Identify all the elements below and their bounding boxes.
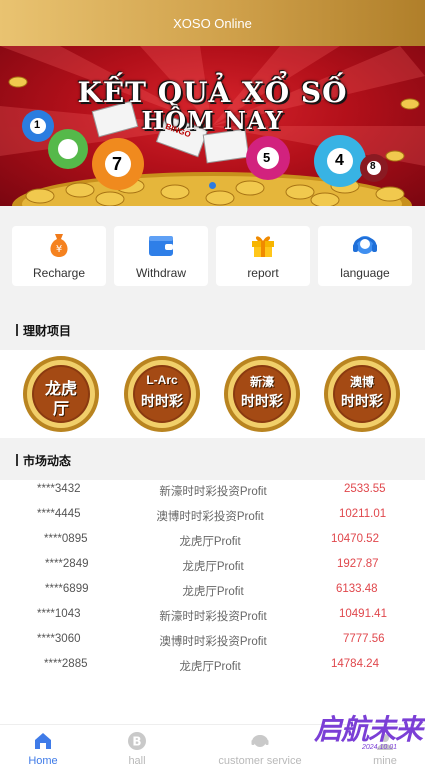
report-label: report [247,266,279,280]
masked-user: ****2849 [45,558,89,570]
project-name-top: 澳博 [349,375,374,389]
gift-icon [252,236,274,257]
ball-number: 7 [112,154,123,174]
recharge-button[interactable]: ¥ Recharge [12,226,106,286]
project-name-top: 新濠 [249,375,274,389]
masked-user: ****0895 [44,533,88,545]
profit-amount: 2533.55 [344,483,386,495]
profit-project: 龙虎厅Profit [179,661,241,673]
projects-section-title: 理财项目 [23,323,72,338]
ball-number: 1 [34,119,41,131]
home-icon [35,733,51,749]
promo-banner[interactable]: KẾT QUẢ XỔ SỐ HÔM NAY BINGO 1 7 5 4 8 [0,46,425,206]
profit-amount: 10491.41 [339,608,387,620]
withdraw-button[interactable]: Withdraw [114,226,208,286]
ball-number: 5 [263,150,271,165]
masked-user: ****3060 [37,633,81,645]
market-row: ****4445 澳博时时彩投资Profit 10211.01 [0,505,425,530]
profit-amount: 6133.48 [336,583,378,595]
tab-home-label: Home [28,755,58,767]
profit-amount: 10211.01 [339,508,387,520]
profit-project: 澳博时时彩投资Profit [159,636,267,648]
tab-customer-service-label: customer service [218,755,302,767]
bitcoin-icon: B [128,732,146,750]
profit-amount: 7777.56 [343,633,385,645]
app-header: XOSO Online [0,0,425,46]
masked-user: ****1043 [37,608,81,620]
project-card-larc[interactable]: L-Arc 时时彩 [123,355,201,433]
market-row: ****2849 龙虎厅Profit 1927.87 [0,555,425,580]
support-icon [251,735,269,747]
recharge-label: Recharge [32,266,86,280]
project-card-aobo[interactable]: 澳博 时时彩 [323,355,401,433]
project-name-bottom: 厅 [52,401,69,418]
money-bag-icon: ¥ [50,234,68,257]
projects-list: 龙虎 厅 L-Arc 时时彩 新濠 时时彩 澳博 时时彩 [0,350,425,438]
watermark-text: 启航未来 [314,713,423,746]
app-title: XOSO Online [173,15,252,31]
market-row: ****3432 新濠时时彩投资Profit 2533.55 [0,480,425,505]
project-name-bottom: 时时彩 [141,393,183,409]
masked-user: ****4445 [37,508,81,520]
project-name-bottom: 时时彩 [241,393,283,409]
quick-actions: ¥ Recharge Withdraw report language [0,206,425,296]
masked-user: ****6899 [45,583,89,595]
headset-icon [353,236,377,254]
tab-hall[interactable]: B hall [112,725,162,776]
profit-project: 新濠时时彩投资Profit [159,486,267,498]
withdraw-label: Withdraw [135,266,186,280]
tab-home[interactable]: Home [18,725,68,776]
tab-customer-service[interactable]: customer service [205,725,315,776]
market-row: ****0895 龙虎厅Profit 10470.52 [0,530,425,555]
market-row: ****3060 澳博时时彩投资Profit 7777.56 [0,630,425,655]
projects-section-header: 理财项目 [0,310,425,350]
profit-project: 新濠时时彩投资Profit [159,611,267,623]
profit-amount: 1927.87 [337,558,379,570]
wallet-icon [149,236,173,256]
profit-project: 龙虎厅Profit [182,561,244,573]
svg-text:B: B [132,735,141,749]
project-name-bottom: 时时彩 [341,393,383,409]
svg-text:¥: ¥ [56,244,62,255]
language-label: language [340,266,390,280]
section-marker [16,454,18,466]
section-marker [16,324,18,336]
watermark-date: 2024.10.01 [362,744,398,751]
ball-number: 8 [370,161,376,172]
market-feed: ****3432 新濠时时彩投资Profit 2533.55 ****4445 … [0,480,425,725]
watermark-logo: 启航未来 2024.10.01 [312,706,423,760]
market-row: ****1043 新濠时时彩投资Profit 10491.41 [0,605,425,630]
market-row: ****6899 龙虎厅Profit 6133.48 [0,580,425,605]
masked-user: ****2885 [44,658,88,670]
tab-hall-label: hall [128,755,146,767]
profit-project: 龙虎厅Profit [179,536,241,548]
project-card-xinhao[interactable]: 新濠 时时彩 [223,355,301,433]
profit-amount: 10470.52 [331,533,379,545]
market-section-title: 市场动态 [23,453,72,468]
project-name-top: L-Arc [146,373,178,387]
market-row: ****2885 龙虎厅Profit 14784.24 [0,655,425,680]
carousel-indicator[interactable] [209,182,216,189]
profit-amount: 14784.24 [331,658,379,670]
profit-project: 澳博时时彩投资Profit [156,511,264,523]
banner-title-line2: HÔM NAY [141,106,284,135]
language-button[interactable]: language [318,226,412,286]
project-card-longhu[interactable]: 龙虎 厅 [22,355,100,433]
market-section-header: 市场动态 [0,440,425,480]
profit-project: 龙虎厅Profit [182,586,244,598]
report-button[interactable]: report [216,226,310,286]
masked-user: ****3432 [37,483,81,495]
banner-title-line1: KẾT QUẢ XỔ SỐ [77,76,348,109]
ball-number: 4 [335,152,344,169]
